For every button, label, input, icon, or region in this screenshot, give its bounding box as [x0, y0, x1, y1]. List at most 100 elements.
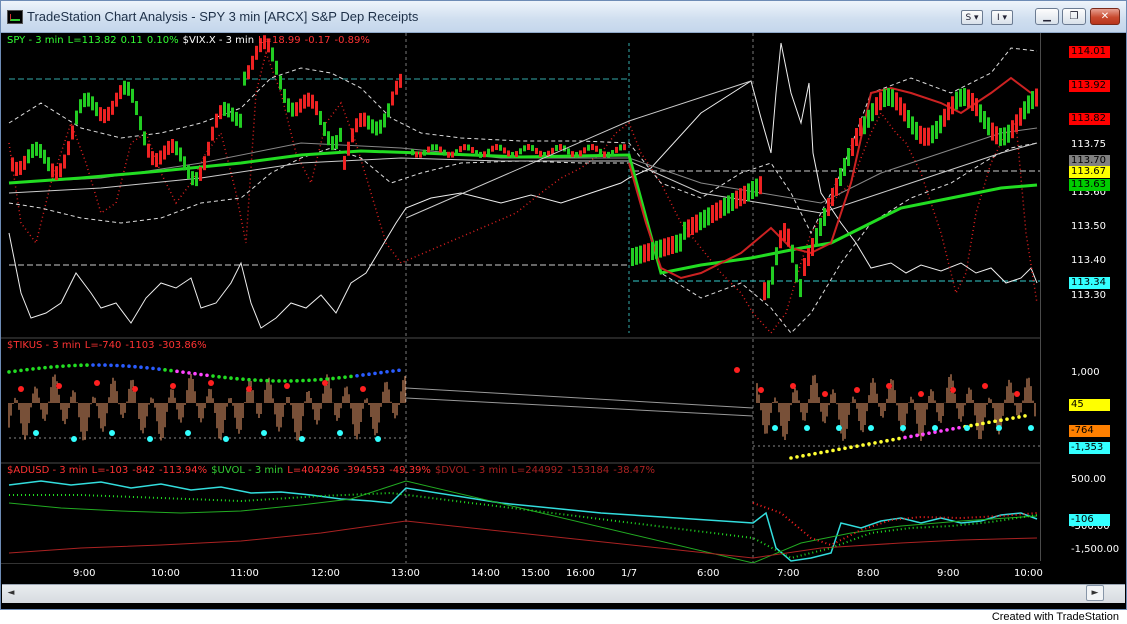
- tikus-low-dot: [71, 436, 77, 442]
- tikus-dot: [217, 374, 221, 379]
- tikus-dot: [873, 441, 877, 445]
- price-candle: [471, 147, 474, 154]
- price-candle: [119, 85, 122, 100]
- adusd-tick-500: 500.00: [1071, 474, 1106, 485]
- tikus-dot: [993, 419, 997, 424]
- price-candle: [535, 147, 538, 154]
- price-candle: [603, 151, 606, 158]
- tikus-dot: [831, 448, 835, 453]
- price-candle: [695, 214, 698, 233]
- price-candle: [215, 113, 218, 128]
- price-candle: [271, 47, 274, 62]
- price-candle: [411, 149, 414, 156]
- tikus-dot: [295, 379, 299, 383]
- tikus-low-dot: [375, 436, 381, 442]
- price-candle: [707, 207, 710, 226]
- tikus-dot: [789, 456, 793, 460]
- price-candle: [587, 144, 590, 151]
- price-candle: [195, 172, 198, 187]
- price-candle: [15, 161, 18, 176]
- price-legend-item: -0.89%: [334, 35, 370, 46]
- price-candle: [223, 101, 226, 116]
- symbol-link-s-button[interactable]: S ▾: [961, 10, 983, 25]
- tikus-dot: [855, 444, 859, 448]
- price-candles: [11, 35, 1038, 301]
- price-candle: [679, 233, 682, 252]
- price-candle: [1019, 107, 1022, 126]
- restore-button[interactable]: ❐: [1062, 8, 1086, 25]
- scroll-left-arrow-icon[interactable]: ◄: [3, 586, 19, 600]
- price-candle: [503, 147, 506, 154]
- tikus-dot: [355, 373, 359, 378]
- tikus-dot: [945, 428, 949, 432]
- tikus-high-dot: [1014, 391, 1020, 397]
- price-candle: [375, 121, 378, 136]
- tikus-dot: [951, 427, 955, 431]
- tikus-pane: [7, 363, 1040, 460]
- price-candle: [555, 145, 558, 152]
- adusd-legend-item: L=404296: [287, 465, 340, 476]
- price-candle: [243, 71, 246, 86]
- tikus-dot: [85, 363, 89, 367]
- price-candle: [915, 121, 918, 140]
- tikus-dot: [927, 431, 931, 435]
- price-candle: [595, 145, 598, 152]
- tikus-dot: [987, 420, 991, 425]
- tikus-dot: [1011, 416, 1015, 420]
- price-candle: [963, 88, 966, 107]
- adusd-tick-minus-1500: -1,500.00: [1071, 544, 1120, 555]
- price-candle: [331, 136, 334, 151]
- tikus-tick-1000: 1,000: [1071, 367, 1100, 378]
- title-bar[interactable]: TradeStation Chart Analysis - SPY 3 min …: [1, 1, 1126, 33]
- price-candle: [935, 120, 938, 139]
- scroll-right-arrow-icon[interactable]: ►: [1086, 585, 1104, 601]
- horizontal-scrollbar[interactable]: [2, 584, 1125, 603]
- price-candle: [19, 160, 22, 175]
- time-axis-label: 12:00: [311, 568, 340, 579]
- price-candle: [551, 147, 554, 154]
- tikus-dot: [7, 370, 11, 374]
- symbol-link-i-button[interactable]: I ▾: [991, 10, 1013, 25]
- price-candle: [275, 60, 278, 75]
- price-tick-113-30: 113.30: [1071, 290, 1106, 301]
- adusd-legend-item: -113.94%: [159, 465, 208, 476]
- tikus-dot: [975, 422, 979, 427]
- price-candle: [159, 150, 162, 165]
- price-candle: [631, 248, 634, 266]
- tikus-dot: [61, 364, 65, 368]
- price-candle: [951, 96, 954, 115]
- price-candle: [427, 146, 430, 153]
- price-candle: [379, 119, 382, 134]
- close-button[interactable]: ✕: [1090, 8, 1120, 25]
- price-candle: [851, 138, 854, 156]
- minimize-button[interactable]: ▁: [1035, 8, 1059, 25]
- tradestation-app-icon: [7, 10, 23, 24]
- price-candle: [599, 148, 602, 155]
- price-candle: [355, 118, 358, 133]
- price-candle: [479, 151, 482, 158]
- price-value-tag: 113.92: [1069, 80, 1110, 92]
- price-candle: [135, 101, 138, 116]
- price-candle: [315, 101, 318, 116]
- tikus-legend-item: $TIKUS - 3 min: [7, 340, 81, 351]
- price-candle: [779, 230, 782, 249]
- price-candle: [811, 238, 814, 256]
- price-legend-item: 0.11: [120, 35, 143, 46]
- tikus-dot: [169, 368, 173, 373]
- tikus-low-dot: [836, 425, 842, 431]
- price-candle: [435, 144, 438, 151]
- price-candle: [967, 89, 970, 108]
- chart-canvas[interactable]: [1, 33, 1126, 581]
- tikus-dot: [187, 371, 191, 375]
- tikus-dot: [193, 371, 197, 376]
- price-candle: [943, 108, 946, 127]
- price-candle: [615, 146, 618, 153]
- price-candle: [167, 140, 170, 155]
- tikus-dot: [819, 450, 823, 455]
- time-axis-label: 10:00: [151, 568, 180, 579]
- price-candle: [795, 264, 798, 283]
- price-candle: [347, 141, 350, 156]
- tikus-high-dot: [854, 387, 860, 393]
- tikus-high-dot: [982, 383, 988, 389]
- price-candle: [859, 118, 862, 136]
